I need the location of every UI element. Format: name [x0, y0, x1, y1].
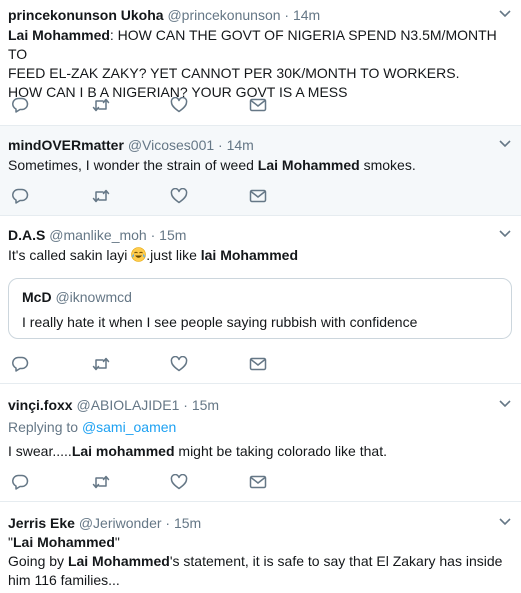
chevron-down-icon[interactable]: [499, 10, 511, 20]
author-name[interactable]: princekonunson Ukoha: [8, 7, 164, 23]
tweet-4[interactable]: vinçi.foxx @ABIOLAJIDE1 · 15m Replying t…: [0, 384, 521, 502]
retweet-icon[interactable]: [92, 474, 110, 490]
tweet-timestamp[interactable]: 14m: [293, 7, 320, 23]
author-handle[interactable]: @princekonunson: [167, 7, 280, 23]
separator-dot: ·: [183, 397, 188, 413]
tweet-timestamp[interactable]: 15m: [192, 397, 219, 413]
chevron-down-icon[interactable]: [499, 518, 511, 528]
quoted-tweet-text: I really hate it when I see people sayin…: [22, 314, 418, 330]
author-name[interactable]: D.A.S: [8, 227, 45, 243]
separator-dot: ·: [284, 7, 290, 23]
like-icon[interactable]: [170, 188, 188, 204]
tweet-header: D.A.S @manlike_moh · 15m: [8, 226, 186, 244]
highlight-keyword: lai Mohammed: [200, 247, 298, 263]
quoted-author-name: McD: [22, 289, 52, 305]
highlight-keyword: Lai mohammed: [71, 443, 175, 459]
tweet-header: princekonunson Ukoha @princekonunson · 1…: [8, 6, 320, 24]
replying-to: Replying to @sami_oamen: [8, 419, 177, 435]
tweet-header: mindOVERmatter @Vicoses001 · 14m: [8, 136, 254, 154]
reply-mention-link[interactable]: @sami_oamen: [82, 419, 176, 435]
reply-icon[interactable]: [11, 474, 29, 490]
direct-message-icon[interactable]: [249, 474, 267, 490]
highlight-keyword: Lai Mohammed: [67, 553, 170, 569]
author-handle[interactable]: @Jeriwonder: [79, 515, 162, 531]
like-icon[interactable]: [170, 474, 188, 490]
retweet-icon[interactable]: [92, 188, 110, 204]
separator-dot: ·: [150, 227, 156, 243]
tweet-header: Jerris Eke @Jeriwonder · 15m: [8, 514, 201, 532]
retweet-icon[interactable]: [92, 356, 110, 372]
reply-icon[interactable]: [11, 188, 29, 204]
author-name[interactable]: vinçi.foxx: [8, 397, 73, 413]
tweet-text: "Lai Mohammed" Going by Lai Mohammed's s…: [8, 534, 503, 588]
chevron-down-icon[interactable]: [499, 140, 511, 150]
like-icon[interactable]: [170, 97, 188, 113]
author-handle[interactable]: @manlike_moh: [49, 227, 146, 243]
tweet-1[interactable]: princekonunson Ukoha @princekonunson · 1…: [0, 0, 521, 126]
highlight-keyword: Lai Mohammed: [257, 157, 360, 173]
direct-message-icon[interactable]: [249, 97, 267, 113]
tweet-timestamp[interactable]: 14m: [227, 137, 254, 153]
highlight-keyword: Lai Mohammed: [8, 27, 110, 43]
chevron-down-icon[interactable]: [499, 230, 511, 240]
tweet-timestamp[interactable]: 15m: [174, 515, 201, 531]
reply-icon[interactable]: [11, 97, 29, 113]
direct-message-icon[interactable]: [249, 188, 267, 204]
like-icon[interactable]: [170, 356, 188, 372]
author-name[interactable]: mindOVERmatter: [8, 137, 124, 153]
tweet-text: It's called sakin layi .just like lai Mo…: [8, 247, 298, 263]
tweet-text: I swear.....Lai mohammed might be taking…: [8, 443, 387, 459]
tweet-header: vinçi.foxx @ABIOLAJIDE1 · 15m: [8, 396, 219, 414]
tweet-timestamp[interactable]: 15m: [159, 227, 186, 243]
author-handle[interactable]: @ABIOLAJIDE1: [76, 397, 179, 413]
author-handle[interactable]: @Vicoses001: [128, 137, 214, 153]
quoted-tweet-header: McD @iknowmcd: [22, 288, 132, 306]
tweet-text: Lai Mohammed: HOW CAN THE GOVT OF NIGERI…: [8, 27, 497, 100]
chevron-down-icon[interactable]: [499, 400, 511, 410]
separator-dot: ·: [218, 137, 223, 153]
tweet-2[interactable]: mindOVERmatter @Vicoses001 · 14m Sometim…: [0, 126, 521, 216]
quoted-author-handle: @iknowmcd: [55, 289, 132, 305]
tweet-5[interactable]: Jerris Eke @Jeriwonder · 15m "Lai Mohamm…: [0, 502, 521, 593]
retweet-icon[interactable]: [92, 97, 110, 113]
tweet-3[interactable]: D.A.S @manlike_moh · 15m It's called sak…: [0, 216, 521, 384]
tweet-text: Sometimes, I wonder the strain of weed L…: [8, 157, 416, 173]
quoted-tweet[interactable]: McD @iknowmcd I really hate it when I se…: [8, 278, 512, 339]
highlight-keyword: Lai Mohammed: [12, 534, 115, 550]
author-name[interactable]: Jerris Eke: [8, 515, 75, 531]
reply-icon[interactable]: [11, 356, 29, 372]
direct-message-icon[interactable]: [249, 356, 267, 372]
separator-dot: ·: [165, 515, 171, 531]
face-with-tears-of-joy-emoji: [131, 247, 147, 262]
